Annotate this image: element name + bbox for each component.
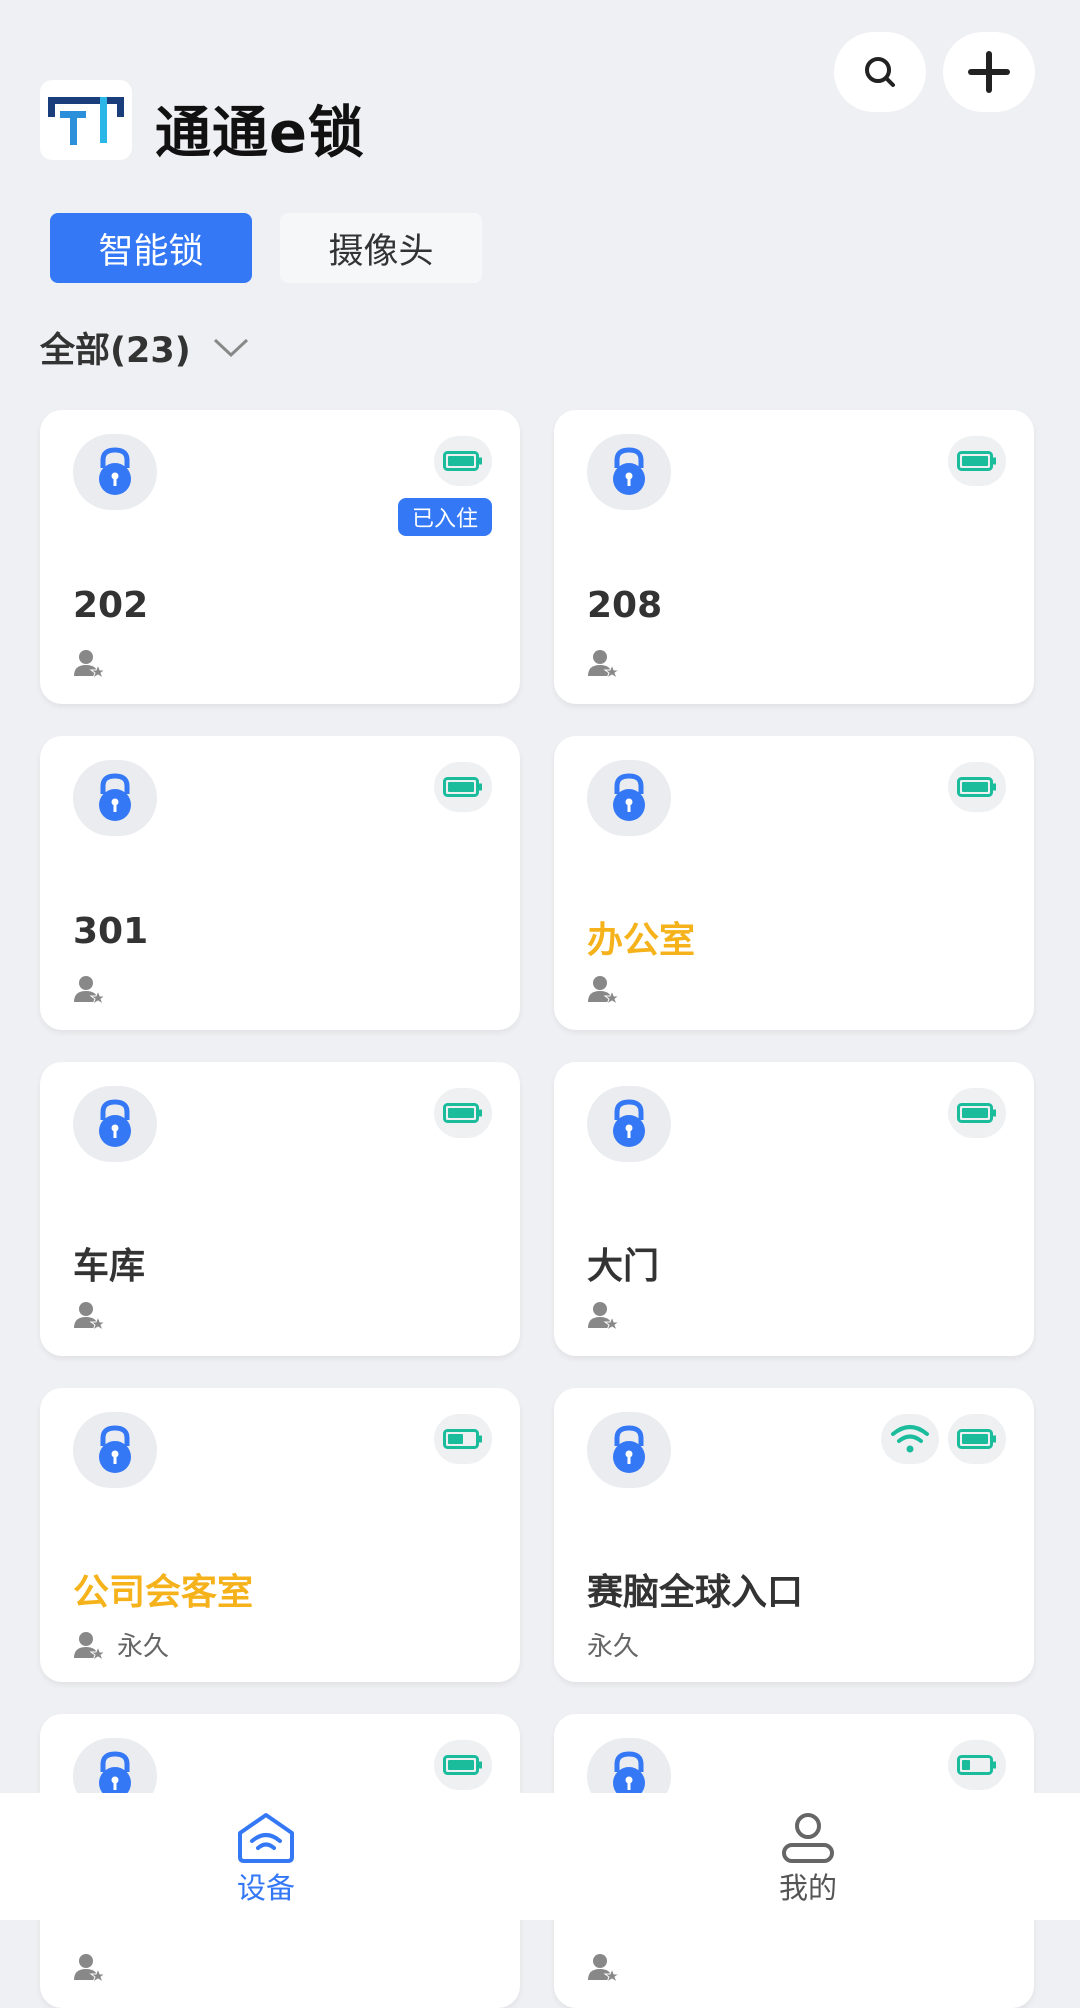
device-card[interactable]: 大门: [554, 1062, 1034, 1356]
lock-icon: [613, 773, 645, 821]
filter-label: 全部(23): [40, 331, 191, 371]
user-star-icon: [588, 650, 619, 678]
search-button[interactable]: [834, 32, 926, 112]
plus-icon: [968, 51, 1010, 93]
device-sub: [73, 974, 117, 1004]
device-sub: 永久: [73, 1626, 169, 1663]
user-star-icon: [74, 976, 105, 1004]
bottom-nav: 设备 我的: [0, 1793, 1080, 1920]
lock-icon-wrapper: [587, 1412, 671, 1488]
device-card[interactable]: 公司会客室永久: [40, 1388, 520, 1682]
device-sub: 永久: [587, 1626, 639, 1663]
battery-status: [434, 1414, 492, 1464]
wifi-status: [881, 1414, 939, 1464]
device-sub: [73, 1300, 117, 1330]
device-name: 大门: [587, 1246, 660, 1287]
battery-icon: [957, 1103, 996, 1123]
device-sub: [73, 648, 117, 678]
lock-icon-wrapper: [587, 434, 671, 510]
battery-icon: [957, 777, 996, 797]
lock-icon: [99, 447, 131, 495]
user-star-icon: [588, 1954, 619, 1982]
lock-icon: [613, 1099, 645, 1147]
battery-status: [948, 762, 1006, 812]
battery-icon: [957, 1755, 996, 1775]
battery-status: [948, 1414, 1006, 1464]
device-name: 公司会客室: [73, 1572, 254, 1613]
battery-icon: [443, 1103, 482, 1123]
battery-icon: [957, 1429, 996, 1449]
battery-status: [948, 1740, 1006, 1790]
lock-icon: [99, 773, 131, 821]
device-name: 202: [73, 585, 149, 626]
battery-status: [434, 762, 492, 812]
device-name: 赛脑全球入口: [587, 1572, 804, 1613]
device-name: 办公室: [587, 920, 696, 961]
tab-smart-lock[interactable]: 智能锁: [50, 213, 252, 283]
lock-icon-wrapper: [73, 1086, 157, 1162]
lock-icon: [99, 1099, 131, 1147]
chevron-down-icon: [213, 338, 248, 357]
lock-icon: [613, 1425, 645, 1473]
user-star-icon: [74, 650, 105, 678]
lock-icon-wrapper: [73, 434, 157, 510]
device-card[interactable]: 301: [40, 736, 520, 1030]
user-star-icon: [74, 1954, 105, 1982]
device-sub: [587, 1952, 631, 1982]
user-star-icon: [74, 1302, 105, 1330]
battery-icon: [957, 451, 996, 471]
home-signal-icon: [238, 1813, 294, 1863]
battery-status: [434, 1088, 492, 1138]
tab-camera[interactable]: 摄像头: [280, 213, 482, 283]
device-sub: [587, 1300, 631, 1330]
battery-icon: [443, 777, 482, 797]
status-badge: 已入住: [397, 498, 492, 536]
device-sub: [73, 1952, 117, 1982]
battery-icon: [443, 1429, 482, 1449]
search-icon: [865, 57, 895, 87]
app-logo: [40, 80, 132, 160]
device-card[interactable]: 车库: [40, 1062, 520, 1356]
device-name: 301: [73, 911, 149, 952]
device-validity: 永久: [117, 1632, 170, 1662]
lock-icon-wrapper: [73, 760, 157, 836]
battery-status: [434, 1740, 492, 1790]
device-sub: [587, 648, 631, 678]
nav-devices-label: 设备: [236, 1871, 295, 1905]
battery-icon: [443, 1755, 482, 1775]
user-star-icon: [74, 1631, 105, 1660]
device-name: 208: [587, 585, 663, 626]
device-validity: 永久: [587, 1632, 640, 1662]
battery-status: [948, 436, 1006, 486]
user-star-icon: [588, 976, 619, 1004]
app-logo-icon: [48, 97, 124, 145]
app-title: 通通e锁: [155, 101, 365, 166]
lock-icon-wrapper: [587, 760, 671, 836]
lock-icon-wrapper: [587, 1086, 671, 1162]
lock-icon-wrapper: [73, 1412, 157, 1488]
device-card[interactable]: 办公室: [554, 736, 1034, 1030]
battery-status: [434, 436, 492, 486]
device-sub: [587, 974, 631, 1004]
nav-mine-label: 我的: [778, 1871, 837, 1905]
wifi-icon: [891, 1425, 929, 1453]
lock-icon: [99, 1425, 131, 1473]
add-device-button[interactable]: [943, 32, 1035, 112]
filter-dropdown[interactable]: 全部(23): [40, 322, 249, 373]
device-name: 车库: [73, 1246, 146, 1287]
device-card[interactable]: 已入住 202: [40, 410, 520, 704]
battery-status: [948, 1088, 1006, 1138]
nav-devices[interactable]: 设备: [196, 1811, 336, 1907]
device-card[interactable]: 208: [554, 410, 1034, 704]
lock-icon: [613, 447, 645, 495]
device-card[interactable]: 赛脑全球入口 永久: [554, 1388, 1034, 1682]
user-icon: [782, 1813, 834, 1863]
nav-mine[interactable]: 我的: [738, 1811, 878, 1907]
battery-icon: [443, 451, 482, 471]
user-star-icon: [588, 1302, 619, 1330]
